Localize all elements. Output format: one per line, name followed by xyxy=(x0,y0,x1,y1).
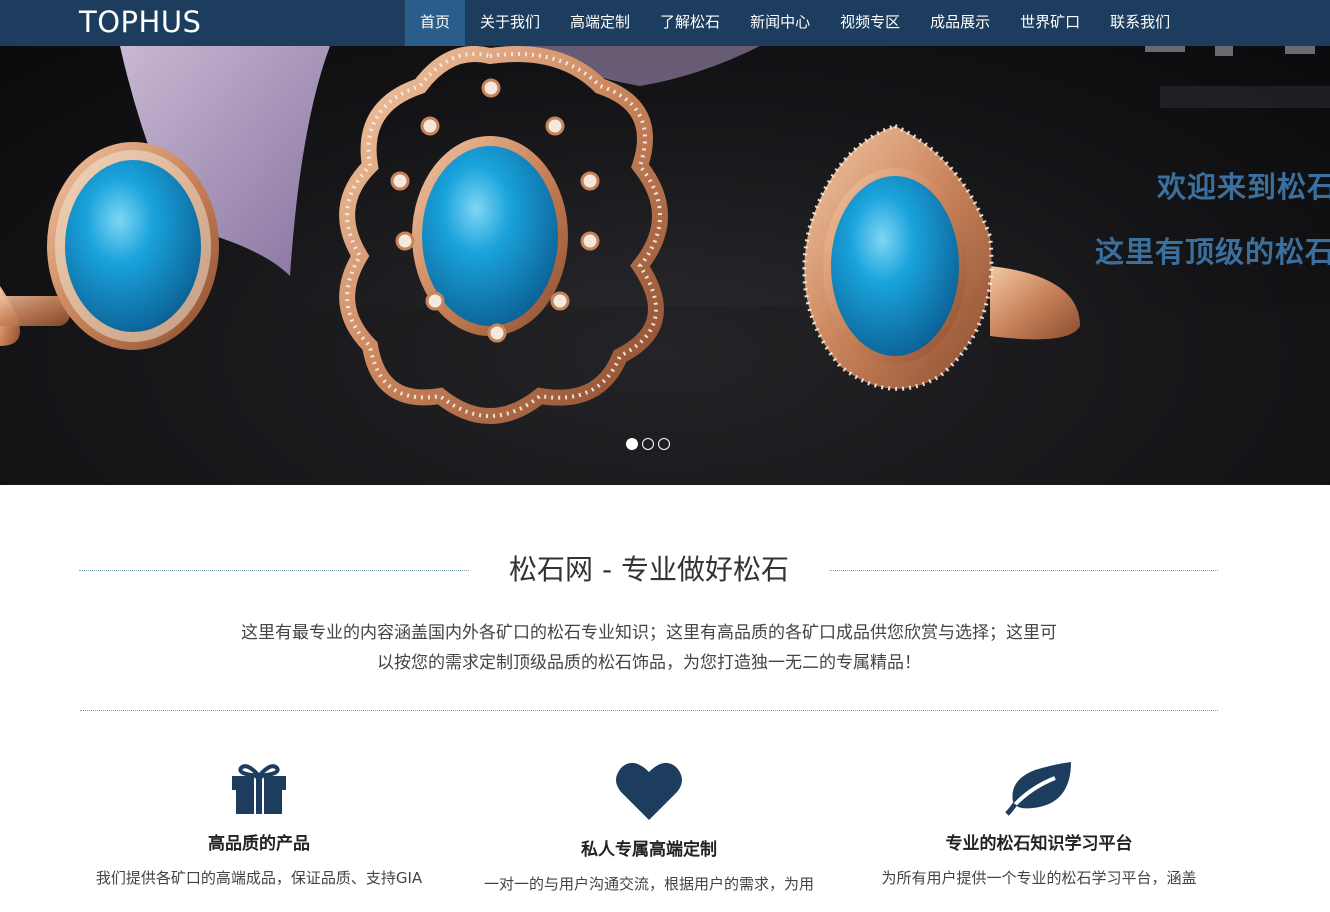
feature-title: 私人专属高端定制 xyxy=(581,840,717,860)
banner-welcome-text: 欢迎来到松石 xyxy=(1157,170,1330,204)
carousel-dot-3[interactable] xyxy=(658,438,670,450)
hero-banner[interactable]: 欢迎来到松石 这里有顶级的松石 xyxy=(0,46,1330,485)
leaf-icon xyxy=(1005,762,1071,816)
intro-text: 这里有最专业的内容涵盖国内外各矿口的松石专业知识；这里有高品质的各矿口成品供您欣… xyxy=(241,623,1057,673)
top-navbar: TOPHUS 首页 关于我们 高端定制 了解松石 新闻中心 视频专区 成品展示 … xyxy=(0,0,1330,46)
carousel-dot-2[interactable] xyxy=(642,438,654,450)
nav-item-home[interactable]: 首页 xyxy=(405,0,466,46)
feature-title: 专业的松石知识学习平台 xyxy=(945,834,1133,854)
nav-item-mines[interactable]: 世界矿口 xyxy=(1005,0,1095,46)
nav-item-contact[interactable]: 联系我们 xyxy=(1095,0,1185,46)
feature-desc: 一对一的与用户沟通交流，根据用户的需求，为用 xyxy=(483,875,814,893)
feature-title: 高品质的产品 xyxy=(208,834,310,854)
gift-icon xyxy=(232,764,286,814)
feature-desc: 为所有用户提供一个专业的松石学习平台，涵盖 xyxy=(881,869,1197,887)
nav-item-learn[interactable]: 了解松石 xyxy=(645,0,735,46)
nav-item-news[interactable]: 新闻中心 xyxy=(735,0,825,46)
main-nav: 首页 关于我们 高端定制 了解松石 新闻中心 视频专区 成品展示 世界矿口 联系… xyxy=(405,0,1185,46)
feature-custom: 私人专属高端定制 一对一的与用户沟通交流，根据用户的需求，为用 xyxy=(454,760,844,896)
feature-desc: 我们提供各矿口的高端成品，保证品质、支持GIA xyxy=(95,869,423,887)
site-logo[interactable]: TOPHUS xyxy=(79,4,201,40)
carousel-indicators xyxy=(626,438,670,450)
carousel-dot-1[interactable] xyxy=(626,438,638,450)
nav-item-products[interactable]: 成品展示 xyxy=(915,0,1005,46)
heart-icon xyxy=(616,762,682,820)
title-divider-right xyxy=(829,570,1218,571)
nav-item-video[interactable]: 视频专区 xyxy=(825,0,915,46)
banner-tagline-text: 这里有顶级的松石 xyxy=(1095,235,1330,269)
nav-item-custom[interactable]: 高端定制 xyxy=(555,0,645,46)
nav-item-about[interactable]: 关于我们 xyxy=(465,0,555,46)
feature-learning: 专业的松石知识学习平台 为所有用户提供一个专业的松石学习平台，涵盖 xyxy=(844,760,1234,890)
feature-quality: 高品质的产品 我们提供各矿口的高端成品，保证品质、支持GIA xyxy=(64,760,454,890)
intro-divider xyxy=(80,710,1218,711)
